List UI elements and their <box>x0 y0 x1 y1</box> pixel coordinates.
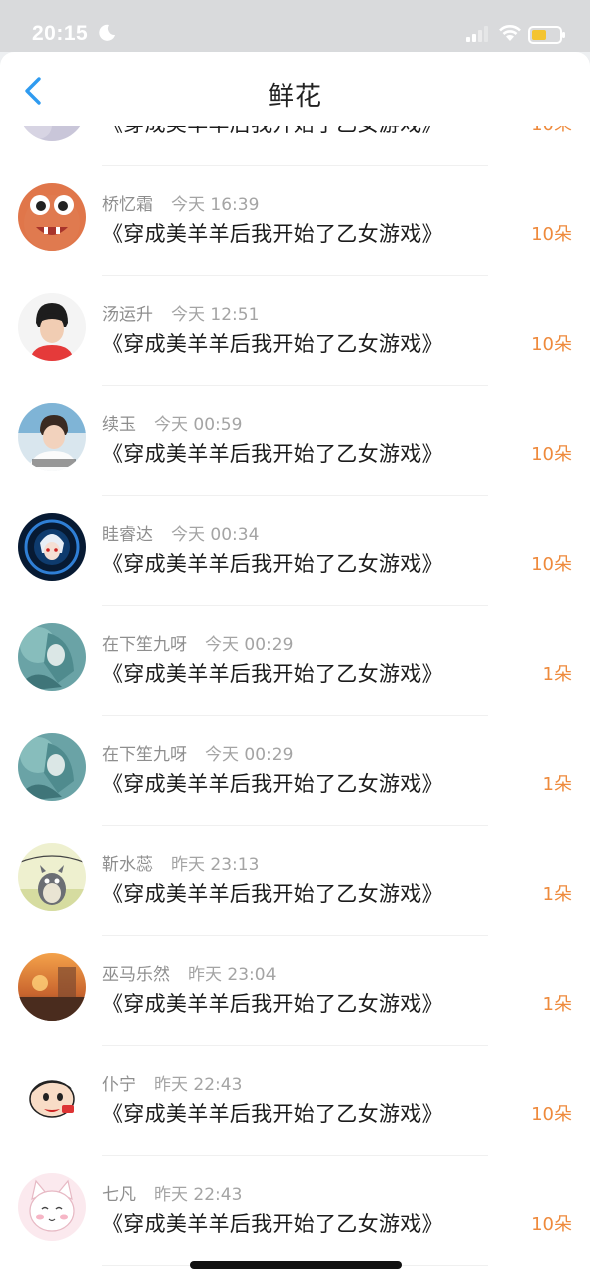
timestamp: 今天 00:59 <box>154 415 243 435</box>
nav-bar: 鲜花 <box>0 52 590 126</box>
user-name[interactable]: 续玉 <box>102 415 136 435</box>
user-name[interactable]: 巫马乐然 <box>102 965 170 985</box>
signal-icon <box>466 26 488 42</box>
item-meta: 仆宁 昨天 22:43 <box>102 1070 242 1095</box>
avatar[interactable] <box>18 293 86 361</box>
timestamp: 今天 00:29 <box>205 745 294 765</box>
user-name[interactable]: 眭睿达 <box>102 525 153 545</box>
book-title[interactable]: 《穿成美羊羊后我开始了乙女游戏》 <box>102 988 443 1018</box>
status-bar: 20:15 <box>0 0 590 52</box>
moon-icon <box>99 24 115 41</box>
item-meta: 桥忆霜 今天 16:39 <box>102 190 259 215</box>
item-meta: 在下笙九呀 今天 00:29 <box>102 630 293 655</box>
item-meta: 靳水蕊 昨天 23:13 <box>102 850 259 875</box>
book-title[interactable]: 《穿成美羊羊后我开始了乙女游戏》 <box>102 1098 443 1128</box>
flower-count: 10朵 <box>531 1214 572 1235</box>
list-item[interactable]: 汤运升 今天 12:51 《穿成美羊羊后我开始了乙女游戏》 10朵 <box>0 276 590 386</box>
avatar[interactable] <box>18 623 86 691</box>
book-title[interactable]: 《穿成美羊羊后我开始了乙女游戏》 <box>102 438 443 468</box>
book-title[interactable]: 《穿成美羊羊后我开始了乙女游戏》 <box>102 328 443 358</box>
timestamp: 今天 12:51 <box>171 305 260 325</box>
book-title[interactable]: 《穿成美羊羊后我开始了乙女游戏》 <box>102 126 443 138</box>
page-title: 鲜花 <box>267 82 322 112</box>
avatar[interactable] <box>18 733 86 801</box>
list-item[interactable]: 在下笙九呀 今天 00:29 《穿成美羊羊后我开始了乙女游戏》 1朵 <box>0 606 590 716</box>
flower-count: 10朵 <box>531 554 572 575</box>
timestamp: 昨天 22:43 <box>154 1185 243 1205</box>
book-title[interactable]: 《穿成美羊羊后我开始了乙女游戏》 <box>102 768 443 798</box>
battery-icon <box>528 26 565 44</box>
list-item[interactable]: 桥忆霜 今天 16:39 《穿成美羊羊后我开始了乙女游戏》 10朵 <box>0 166 590 276</box>
flower-count: 10朵 <box>531 224 572 245</box>
user-name[interactable]: 在下笙九呀 <box>102 635 187 655</box>
flower-count: 10朵 <box>531 334 572 355</box>
list-item[interactable]: 巫马乐然 昨天 23:04 《穿成美羊羊后我开始了乙女游戏》 1朵 <box>0 936 590 1046</box>
flower-count: 1朵 <box>542 774 572 795</box>
timestamp: 今天 00:29 <box>205 635 294 655</box>
flower-count: 1朵 <box>542 994 572 1015</box>
home-indicator <box>190 1261 402 1269</box>
timestamp: 昨天 22:43 <box>154 1075 243 1095</box>
list-item[interactable]: 眭睿达 今天 00:34 《穿成美羊羊后我开始了乙女游戏》 10朵 <box>0 496 590 606</box>
item-meta: 汤运升 今天 12:51 <box>102 300 259 325</box>
book-title[interactable]: 《穿成美羊羊后我开始了乙女游戏》 <box>102 548 443 578</box>
flower-count: 10朵 <box>531 126 572 136</box>
book-title[interactable]: 《穿成美羊羊后我开始了乙女游戏》 <box>102 218 443 248</box>
timestamp: 今天 00:34 <box>171 525 260 545</box>
list-item[interactable]: 靳水蕊 昨天 23:13 《穿成美羊羊后我开始了乙女游戏》 1朵 <box>0 826 590 936</box>
user-name[interactable]: 仆宁 <box>102 1075 136 1095</box>
list-item[interactable]: 仆宁 昨天 22:43 《穿成美羊羊后我开始了乙女游戏》 10朵 <box>0 1046 590 1156</box>
avatar[interactable] <box>18 403 86 471</box>
item-meta: 巫马乐然 昨天 23:04 <box>102 960 276 985</box>
user-name[interactable]: 靳水蕊 <box>102 855 153 875</box>
book-title[interactable]: 《穿成美羊羊后我开始了乙女游戏》 <box>102 658 443 688</box>
user-name[interactable]: 桥忆霜 <box>102 195 153 215</box>
gift-list[interactable]: 《穿成美羊羊后我开始了乙女游戏》10朵桥忆霜今天 16:39《穿成美羊羊后我开始… <box>0 126 590 1280</box>
book-title[interactable]: 《穿成美羊羊后我开始了乙女游戏》 <box>102 878 443 908</box>
list-item[interactable]: 续玉 今天 00:59 《穿成美羊羊后我开始了乙女游戏》 10朵 <box>0 386 590 496</box>
user-name[interactable]: 汤运升 <box>102 305 153 325</box>
avatar[interactable] <box>18 953 86 1021</box>
item-meta: 续玉 今天 00:59 <box>102 410 242 435</box>
list-item[interactable]: 《穿成美羊羊后我开始了乙女游戏》 10朵 <box>0 126 590 166</box>
flower-count: 1朵 <box>542 664 572 685</box>
list-item[interactable]: 七凡 昨天 22:43 《穿成美羊羊后我开始了乙女游戏》 10朵 <box>0 1156 590 1266</box>
flower-count: 10朵 <box>531 1104 572 1125</box>
flower-count: 10朵 <box>531 444 572 465</box>
timestamp: 今天 16:39 <box>171 195 260 215</box>
user-name[interactable]: 在下笙九呀 <box>102 745 187 765</box>
list-item[interactable]: 在下笙九呀 今天 00:29 《穿成美羊羊后我开始了乙女游戏》 1朵 <box>0 716 590 826</box>
avatar[interactable] <box>18 513 86 581</box>
item-meta: 眭睿达 今天 00:34 <box>102 520 259 545</box>
timestamp: 昨天 23:13 <box>171 855 260 875</box>
flower-count: 1朵 <box>542 884 572 905</box>
avatar[interactable] <box>18 843 86 911</box>
avatar[interactable] <box>18 1063 86 1131</box>
book-title[interactable]: 《穿成美羊羊后我开始了乙女游戏》 <box>102 1208 443 1238</box>
timestamp: 昨天 23:04 <box>188 965 277 985</box>
avatar[interactable] <box>18 1173 86 1241</box>
user-name[interactable]: 七凡 <box>102 1185 136 1205</box>
wifi-icon <box>499 25 521 41</box>
item-meta: 七凡 昨天 22:43 <box>102 1180 242 1205</box>
status-time: 20:15 <box>32 22 89 45</box>
item-meta: 在下笙九呀 今天 00:29 <box>102 740 293 765</box>
avatar[interactable] <box>18 183 86 251</box>
avatar[interactable] <box>18 126 86 141</box>
